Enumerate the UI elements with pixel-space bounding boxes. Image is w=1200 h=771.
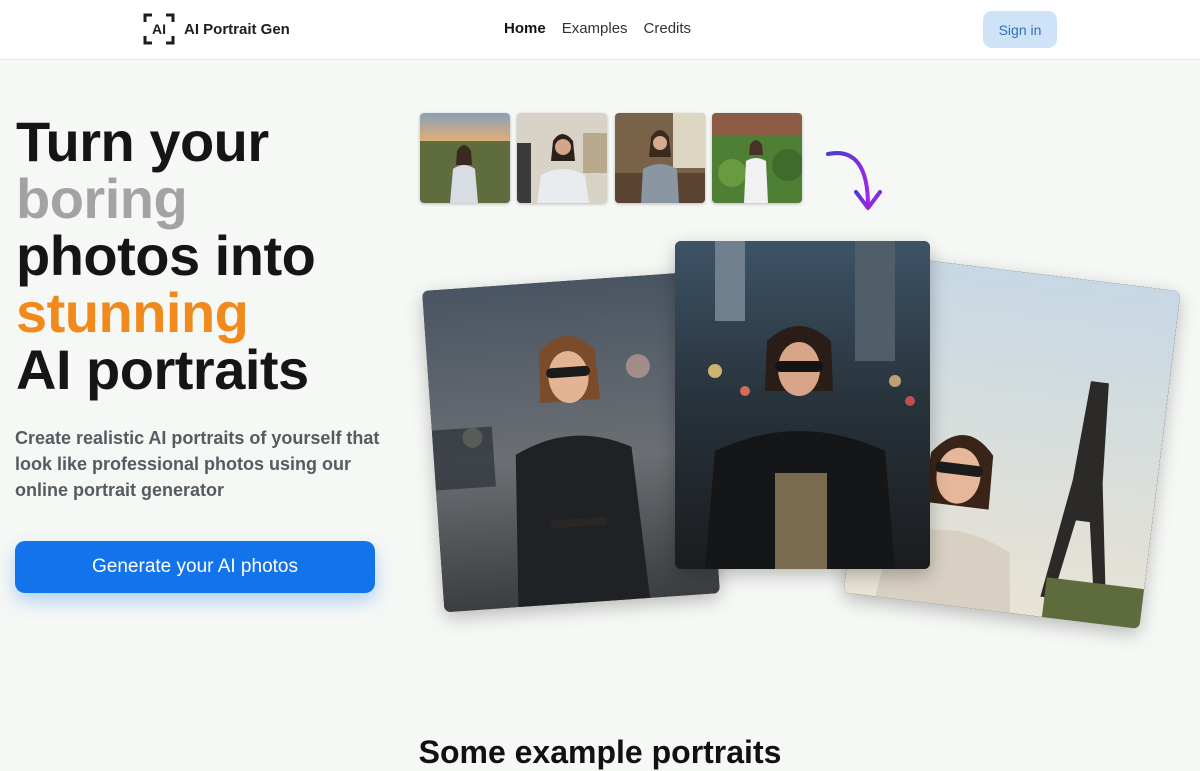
headline-line-3: photos into	[16, 224, 316, 287]
main-nav: Home Examples Credits	[504, 20, 691, 37]
examples-section-title: Some example portraits	[418, 734, 782, 770]
sign-in-button[interactable]: Sign in	[983, 11, 1057, 48]
generate-photos-button[interactable]: Generate your AI photos	[15, 541, 375, 593]
nav-credits[interactable]: Credits	[644, 20, 692, 37]
ai-portrait-night-city	[675, 241, 930, 569]
brand-name: AI Portrait Gen	[184, 20, 290, 38]
brand-logo[interactable]: AI AI Portrait Gen	[143, 13, 290, 45]
portrait-indoor-white-shirt-thumbnail	[517, 113, 607, 203]
headline-line-2: boring	[16, 167, 188, 230]
curved-arrow-down-icon	[822, 148, 888, 214]
top-navigation-bar: AI AI Portrait Gen Home Examples Credits…	[0, 0, 1200, 60]
portrait-living-room-thumbnail	[615, 113, 705, 203]
portrait-garden-thumbnail	[712, 113, 802, 203]
headline-line-5: AI portraits	[16, 338, 309, 401]
headline-line-4: stunning	[16, 281, 249, 344]
nav-examples[interactable]: Examples	[562, 20, 628, 37]
ai-frame-icon: AI	[143, 13, 175, 45]
portrait-field-sunset-thumbnail	[420, 113, 510, 203]
hero-headline: Turn your boring photos into stunning AI…	[16, 110, 316, 401]
hero-subtitle: Create realistic AI portraits of yoursel…	[15, 428, 380, 500]
nav-home[interactable]: Home	[504, 20, 546, 37]
logo-mark-text: AI	[152, 21, 166, 37]
headline-line-1: Turn your	[16, 110, 269, 173]
